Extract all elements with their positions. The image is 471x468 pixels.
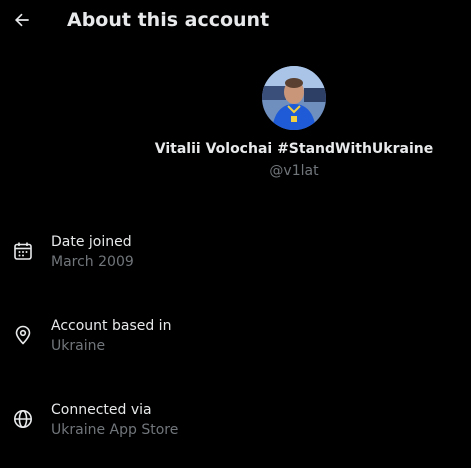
- display-name: Vitalii Volochai #StandWithUkraine: [154, 141, 434, 157]
- profile-photo: [262, 66, 326, 130]
- page-title: About this account: [67, 9, 270, 31]
- connected-via-row: Connected via Ukraine App Store: [0, 400, 471, 444]
- username-handle: @v1lat: [269, 163, 319, 179]
- account-location-value: Ukraine: [51, 338, 106, 354]
- location-pin-icon: [13, 325, 33, 345]
- avatar[interactable]: [262, 66, 326, 130]
- calendar-icon: [13, 241, 33, 261]
- date-joined-value: March 2009: [51, 254, 134, 270]
- header: About this account: [0, 0, 471, 42]
- date-joined-row: Date joined March 2009: [0, 232, 471, 276]
- date-joined-label: Date joined: [51, 234, 132, 250]
- globe-icon: [13, 409, 33, 429]
- connected-via-label: Connected via: [51, 402, 152, 418]
- arrow-left-icon: [14, 13, 29, 27]
- connected-via-value: Ukraine App Store: [51, 422, 179, 438]
- back-button[interactable]: [10, 8, 34, 32]
- account-location-row: Account based in Ukraine: [0, 316, 471, 360]
- account-location-label: Account based in: [51, 318, 172, 334]
